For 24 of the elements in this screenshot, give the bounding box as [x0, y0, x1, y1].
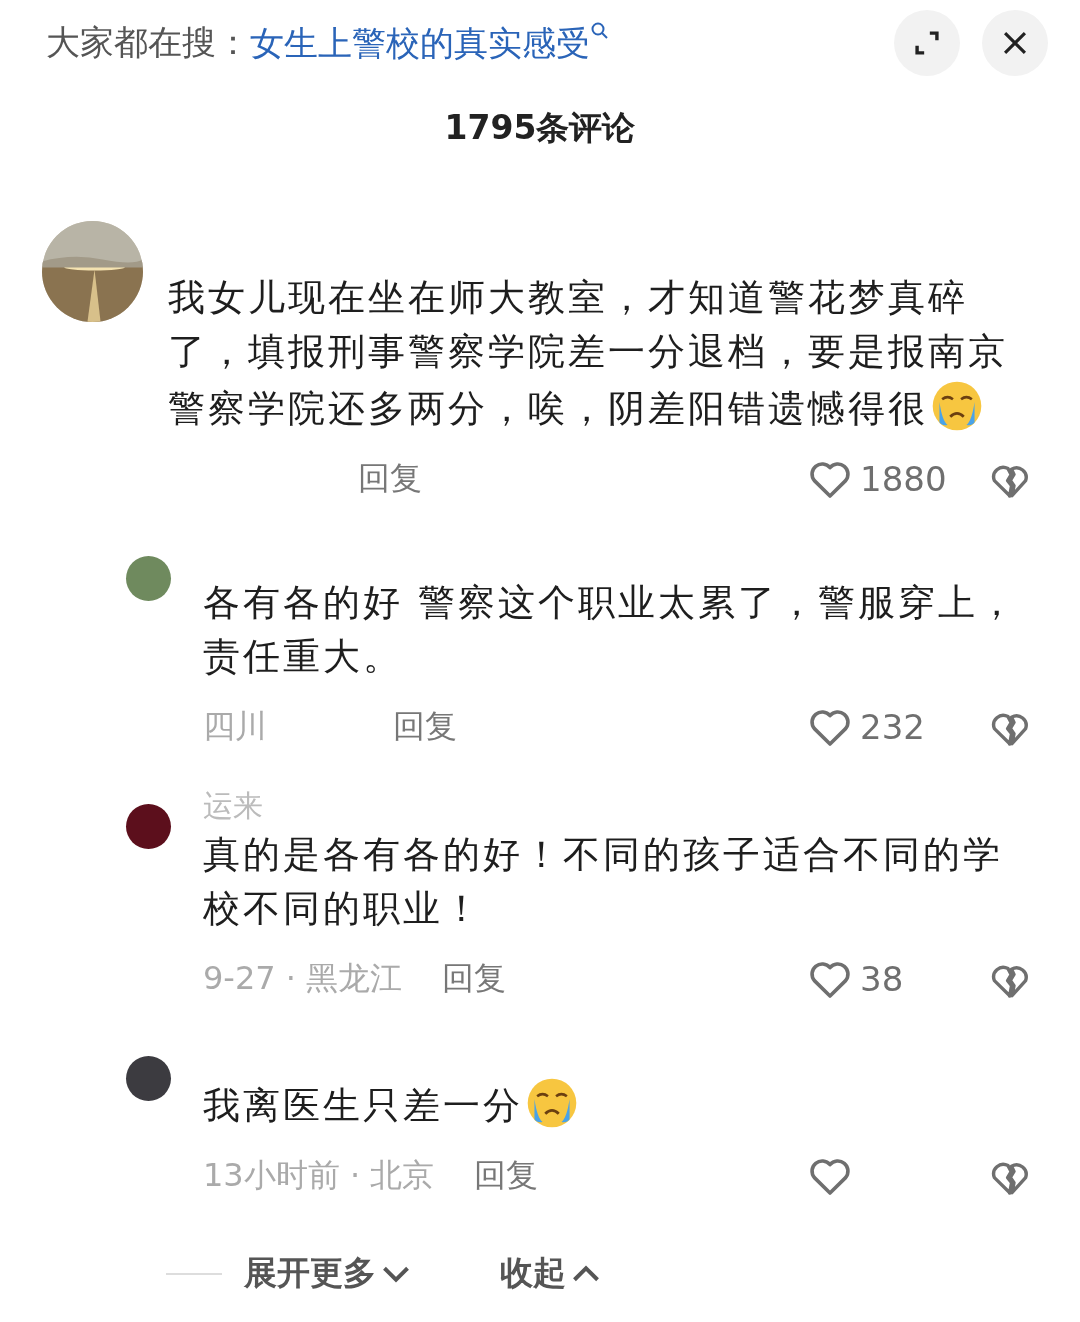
like-count: 38 — [860, 959, 904, 999]
comments-title: 1795条评论 — [443, 107, 637, 149]
like-count: 232 — [860, 707, 925, 747]
reply-button[interactable]: 回复 — [442, 957, 507, 1001]
avatar[interactable] — [126, 1056, 171, 1101]
search-icon[interactable] — [590, 21, 610, 41]
chevron-down-icon — [382, 1264, 410, 1283]
comment-meta: 9-27 · 黑龙江 — [203, 958, 403, 999]
comment-text: 我女儿现在坐在师大教室，才知道警花梦真碎了，填报刑事警察学院差一分退档，要是报南京警察学院还多两分，唉，阴差阳错遗憾得很 — [168, 271, 1040, 436]
comment-meta: 四川 — [203, 706, 268, 747]
comment-meta: 13小时前 · 北京 — [203, 1155, 435, 1196]
collapse-button[interactable]: 收起 — [500, 1251, 600, 1296]
avatar[interactable] — [126, 804, 171, 849]
reply-text: 各有各的好 警察这个职业太累了，警服穿上，责任重大。 — [203, 580, 1019, 680]
reply-text: 我离医生只差一分 — [203, 1076, 1040, 1133]
search-link[interactable]: 女生上警校的真实感受 — [250, 19, 590, 67]
reply-text: 真的是各有各的好！不同的孩子适合不同的学校不同的职业！ — [203, 832, 1004, 932]
search-prefix: 大家都在搜： — [46, 21, 250, 64]
reply-button[interactable]: 回复 — [474, 1154, 539, 1198]
reply-button[interactable]: 回复 — [393, 705, 457, 749]
reply-button[interactable]: 回复 — [358, 457, 422, 501]
expand-more-button[interactable]: 展开更多 — [244, 1251, 410, 1296]
like-count: 1880 — [860, 459, 947, 499]
chevron-up-icon — [572, 1264, 600, 1283]
